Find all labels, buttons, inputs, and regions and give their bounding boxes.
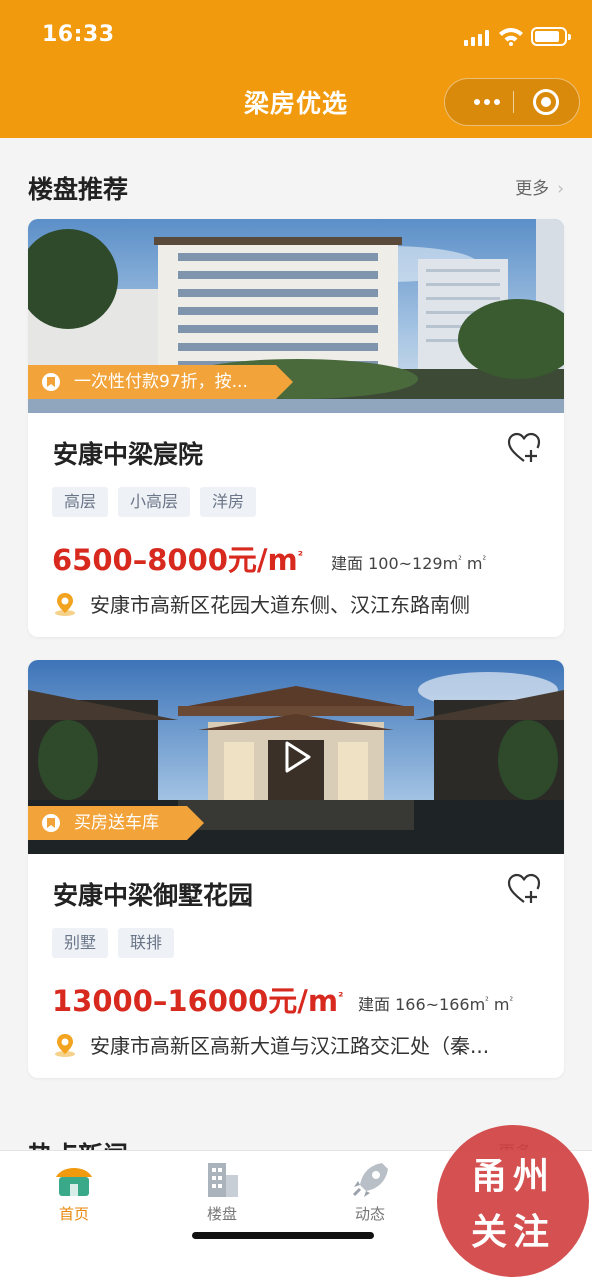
address-row: 安康市高新区花园大道东侧、汉江东路南侧 bbox=[52, 589, 552, 619]
status-time: 16:33 bbox=[42, 22, 115, 47]
area-value: 建面 166~166m bbox=[358, 995, 486, 1014]
section-title: 楼盘推荐 bbox=[28, 175, 129, 204]
tag-list: 别墅 联排 bbox=[52, 928, 175, 958]
listing-card[interactable]: 一次性付款97折，按... 安康中梁宸院 高层 小高层 洋房 6500–8000… bbox=[28, 219, 564, 637]
target-icon[interactable] bbox=[533, 89, 559, 115]
tab-home[interactable]: 首页 bbox=[24, 1159, 124, 1224]
tag: 洋房 bbox=[200, 487, 257, 517]
tab-buildings[interactable]: 楼盘 bbox=[172, 1159, 272, 1224]
price-range: 13000–16000元/m² bbox=[52, 978, 343, 1020]
featured-header: 楼盘推荐 更多 › bbox=[28, 170, 564, 206]
tab-news[interactable]: 动态 bbox=[320, 1159, 420, 1224]
price-value: 6500–8000元/m bbox=[52, 543, 298, 577]
address-text: 安康市高新区花园大道东侧、汉江东路南侧 bbox=[90, 593, 470, 617]
tab-label: 动态 bbox=[354, 1205, 385, 1223]
ellipsis-icon[interactable] bbox=[463, 79, 511, 125]
floor-area: 建面 166~166m² m² bbox=[358, 991, 513, 1015]
area-value: 建面 100~129m bbox=[331, 554, 459, 573]
more-label: 更多 bbox=[515, 179, 550, 199]
top-bar: 16:33 梁房优选 bbox=[0, 0, 592, 138]
listing-photo[interactable]: 买房送车库 bbox=[28, 660, 564, 854]
ribbon-tag-icon bbox=[42, 814, 60, 832]
listing-name[interactable]: 安康中梁宸院 bbox=[53, 435, 203, 471]
price-unit-sup: ² bbox=[297, 548, 304, 563]
address-text: 安康市高新区高新大道与汉江路交汇处（秦... bbox=[90, 1034, 490, 1058]
tag: 小高层 bbox=[118, 487, 191, 517]
listing-card[interactable]: 买房送车库 安康中梁御墅花园 别墅 联排 13000–16000元/m² 建面 … bbox=[28, 660, 564, 1078]
tab-label: 楼盘 bbox=[206, 1205, 237, 1223]
price-unit-sup: ² bbox=[338, 989, 344, 1004]
ribbon-tag-icon bbox=[42, 373, 60, 391]
tag: 高层 bbox=[52, 487, 109, 517]
favorite-heart-icon[interactable] bbox=[506, 431, 542, 467]
rocket-icon bbox=[352, 1163, 388, 1197]
signal-icon bbox=[464, 30, 492, 46]
promo-ribbon: 买房送车库 bbox=[28, 806, 204, 840]
price-value: 13000–16000元/m bbox=[52, 984, 339, 1018]
area-suffix: m bbox=[488, 995, 510, 1014]
address-row: 安康市高新区高新大道与汉江路交汇处（秦... bbox=[52, 1030, 552, 1060]
tag-list: 高层 小高层 洋房 bbox=[52, 487, 257, 517]
location-pin-icon bbox=[55, 593, 75, 616]
more-link[interactable]: 更多 › bbox=[515, 174, 564, 199]
main-content: 楼盘推荐 更多 › 一次性付款97折，按... 安康中梁宸院 高层 小高层 洋房… bbox=[0, 138, 592, 1280]
favorite-heart-icon[interactable] bbox=[506, 872, 542, 908]
promo-text: 买房送车库 bbox=[74, 813, 159, 833]
play-video-icon[interactable] bbox=[279, 740, 313, 774]
status-bar: 16:33 bbox=[0, 0, 592, 70]
tag: 联排 bbox=[118, 928, 175, 958]
promo-ribbon: 一次性付款97折，按... bbox=[28, 365, 293, 399]
area-suffix: m bbox=[461, 554, 483, 573]
miniprogram-capsule bbox=[444, 78, 580, 126]
watermark-logo: 甬州 关注 bbox=[437, 1125, 589, 1277]
home-icon bbox=[56, 1168, 92, 1196]
capsule-divider bbox=[513, 91, 514, 113]
floor-area: 建面 100~129m² m² bbox=[331, 550, 486, 574]
battery-icon bbox=[531, 27, 571, 46]
chevron-right-icon: › bbox=[557, 179, 564, 199]
watermark-line1: 甬州 bbox=[470, 1156, 555, 1197]
building-icon bbox=[208, 1163, 238, 1197]
promo-text: 一次性付款97折，按... bbox=[74, 372, 248, 392]
area-suffix-sup: ² bbox=[509, 996, 514, 1007]
price-range: 6500–8000元/m² bbox=[52, 537, 303, 579]
watermark-line2: 关注 bbox=[470, 1212, 555, 1253]
tag: 别墅 bbox=[52, 928, 109, 958]
home-indicator bbox=[192, 1232, 374, 1239]
area-suffix-sup: ² bbox=[482, 555, 487, 566]
location-pin-icon bbox=[55, 1034, 75, 1057]
tab-label: 首页 bbox=[58, 1205, 89, 1223]
listing-photo[interactable]: 一次性付款97折，按... bbox=[28, 219, 564, 413]
wifi-icon bbox=[499, 28, 523, 46]
listing-name[interactable]: 安康中梁御墅花园 bbox=[53, 876, 253, 912]
